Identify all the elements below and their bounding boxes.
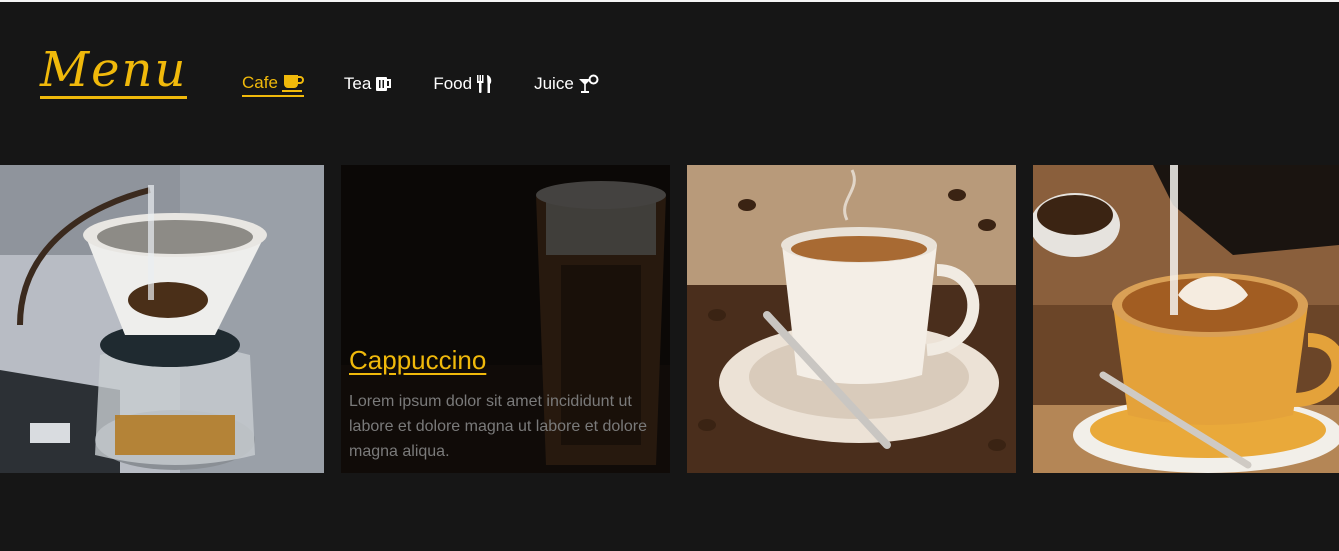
nav-item-cafe[interactable]: Cafe [242,73,304,97]
nav-item-food[interactable]: Food [433,74,494,96]
top-border [0,0,1339,2]
latte-art-photo [1033,165,1339,473]
nav-item-juice[interactable]: Juice [534,74,600,96]
nav-item-label: Food [433,74,473,93]
cocktail-icon [578,74,600,94]
card-title[interactable]: Cappuccino [349,345,486,376]
menu-card[interactable] [0,165,324,473]
mug-icon [375,75,393,93]
category-nav: Cafe Tea Food Juice [242,73,600,97]
pour-over-coffee-photo [0,165,324,473]
menu-gallery: Cappuccino Lorem ipsum dolor sit amet in… [0,165,1339,473]
card-description: Lorem ipsum dolor sit amet incididunt ut… [349,393,647,460]
menu-page: Menu Cafe Tea Food Juice Cappuccino Lore… [0,0,1339,551]
nav-item-label: Tea [343,74,372,93]
menu-card[interactable] [687,165,1016,473]
nav-item-label: Cafe [242,73,278,92]
coffee-cup-beans-photo [687,165,1016,473]
nav-item-label: Juice [534,74,574,93]
nav-item-tea[interactable]: Tea [344,74,393,96]
coffee-cup-icon [281,73,304,93]
utensils-icon [476,74,494,94]
menu-card[interactable]: Cappuccino Lorem ipsum dolor sit amet in… [341,165,670,473]
menu-card[interactable] [1033,165,1339,473]
brand-logo[interactable]: Menu [40,46,188,99]
